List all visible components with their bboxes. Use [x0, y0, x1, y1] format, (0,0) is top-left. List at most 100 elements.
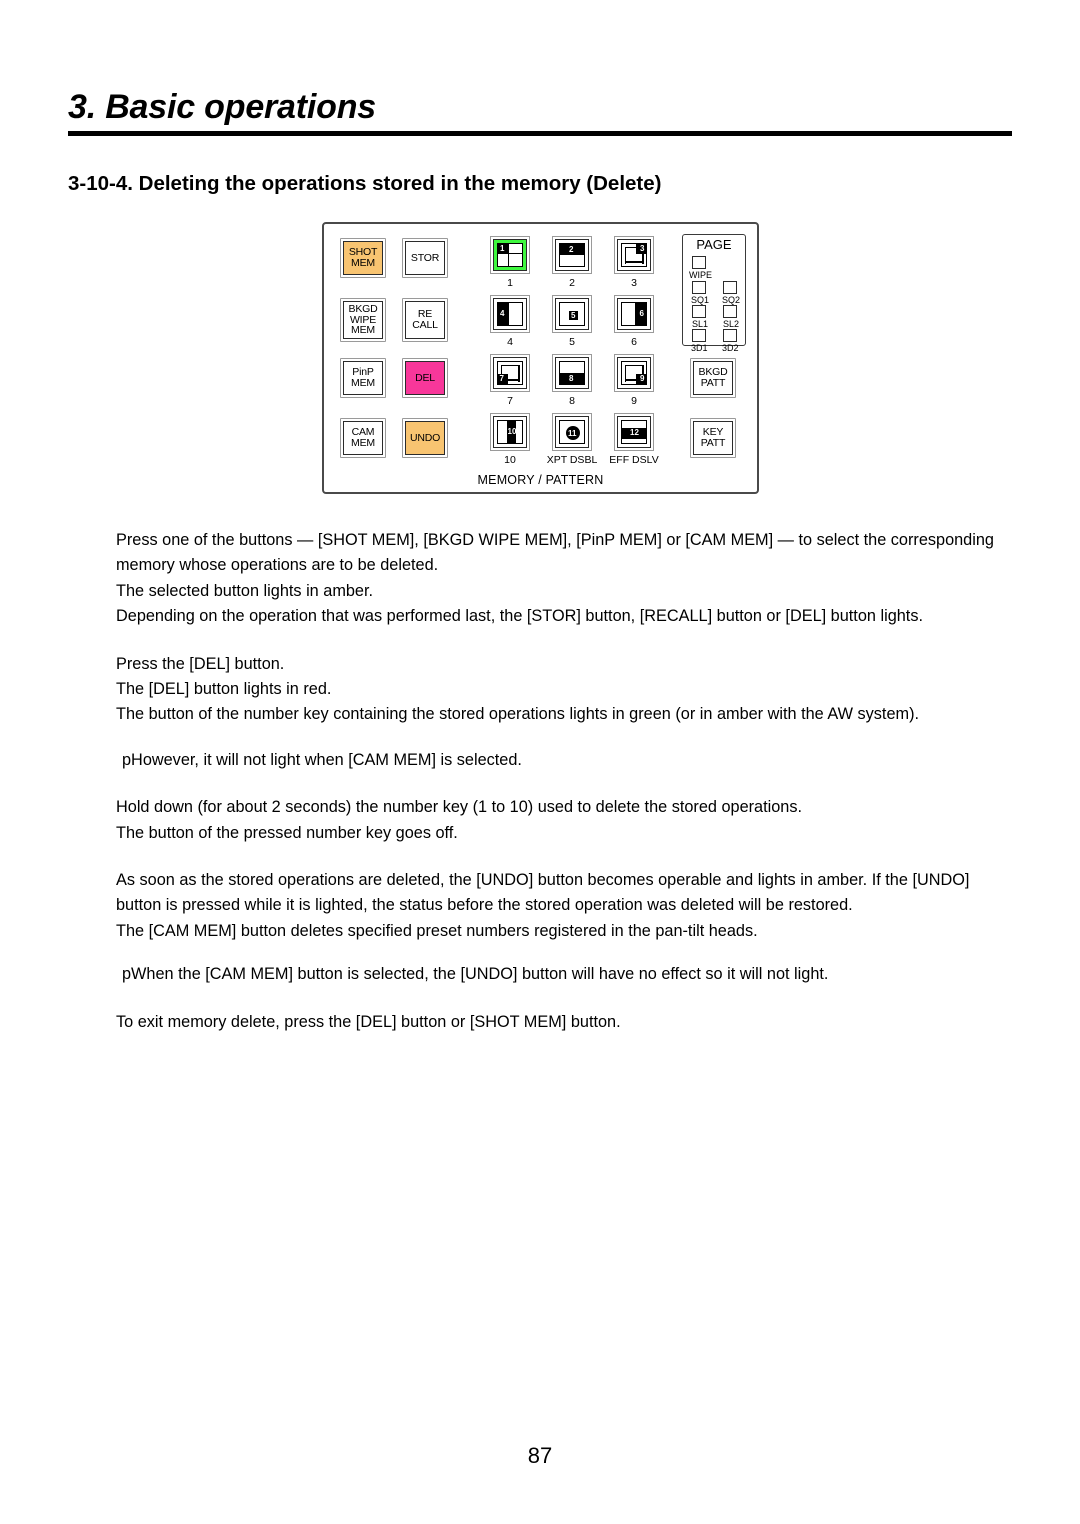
- number-key-6[interactable]: 6: [614, 295, 654, 333]
- undo-label: UNDO: [409, 431, 441, 444]
- number-key-4[interactable]: 4: [490, 295, 530, 333]
- pattern-number-2: 2: [569, 244, 574, 254]
- paragraph-4: Press the [DEL] button.: [116, 654, 285, 673]
- page-led-sq2[interactable]: [723, 281, 737, 294]
- shot-mem-label-line2: MEM: [351, 257, 375, 269]
- pinp-mem-button[interactable]: PinP MEM: [340, 358, 386, 398]
- pinp-mem-label-line2: MEM: [351, 377, 375, 389]
- page-group-title: PAGE: [696, 237, 732, 252]
- pattern-icon-3: 3: [621, 243, 647, 267]
- page-led-label-sl1: SL1: [692, 319, 709, 329]
- chapter-header: 3. Basic operations: [68, 90, 1012, 136]
- chapter-title: 3. Basic operations: [68, 88, 376, 126]
- chapter-rule: [68, 131, 1012, 136]
- number-key-5-caption: 5: [569, 336, 575, 348]
- del-label: DEL: [415, 371, 435, 384]
- pattern-number-10: 10: [507, 427, 517, 436]
- page-led-sq1[interactable]: [692, 281, 706, 294]
- cam-mem-button[interactable]: CAM MEM: [340, 418, 386, 458]
- shot-mem-button[interactable]: SHOT MEM: [340, 238, 386, 278]
- paragraph-2: The selected button lights in amber.: [116, 581, 374, 600]
- pattern-number-9: 9: [640, 374, 645, 383]
- page-led-label-3d2: 3D2: [722, 343, 739, 353]
- number-key-8-caption: 8: [569, 395, 575, 407]
- paragraph-5: The [DEL] button lights in red.: [116, 680, 332, 699]
- paragraph-9: The button of the pressed number key goe…: [116, 823, 458, 842]
- page-led-label-3d1: 3D1: [691, 343, 708, 353]
- key-patt-button[interactable]: KEY PATT: [690, 418, 736, 458]
- page-number: 87: [527, 1443, 553, 1468]
- page-led-label-sl2: SL2: [723, 319, 740, 329]
- pattern-icon-10: 10: [497, 420, 523, 444]
- pattern-number-4: 4: [500, 309, 505, 318]
- number-key-4-caption: 4: [507, 336, 513, 348]
- paragraph-13: To exit memory delete, press the [DEL] b…: [116, 1012, 621, 1031]
- section-heading: 3-10-4. Deleting the operations stored i…: [68, 172, 662, 195]
- page-led-label-sq1: SQ1: [691, 295, 710, 305]
- number-key-7[interactable]: 7: [490, 354, 530, 392]
- paragraph-11: The [CAM MEM] button deletes specified p…: [116, 921, 758, 940]
- pattern-icon-5: 5: [559, 302, 585, 326]
- paragraph-1: Press one of the buttons — [SHOT MEM], […: [116, 531, 994, 575]
- number-key-3-caption: 3: [631, 277, 637, 289]
- pattern-number-8: 8: [569, 373, 574, 383]
- recall-label-line2: CALL: [412, 319, 438, 331]
- paragraph-8: Hold down (for about 2 seconds) the numb…: [116, 798, 803, 817]
- number-key-5[interactable]: 5: [552, 295, 592, 333]
- number-key-1[interactable]: 1: [490, 236, 530, 274]
- pattern-icon-12: 12: [621, 420, 647, 444]
- number-key-1-caption: 1: [507, 277, 513, 289]
- number-key-11-caption: XPT DSBL: [546, 454, 598, 466]
- number-key-2[interactable]: 2: [552, 236, 592, 274]
- number-key-6-caption: 6: [631, 336, 637, 348]
- page-led-3d2[interactable]: [723, 329, 737, 342]
- page-led-label-sq2: SQ2: [722, 295, 741, 305]
- pattern-icon-6: 6: [621, 302, 647, 326]
- panel-caption: MEMORY / PATTERN: [477, 473, 604, 487]
- page-led-sl1[interactable]: [692, 305, 706, 318]
- stor-label: STOR: [410, 251, 440, 264]
- pattern-icon-7: 7: [497, 361, 523, 385]
- number-key-12-eff-dslv[interactable]: 12: [614, 413, 654, 451]
- bkgd-wipe-mem-button[interactable]: BKGD WIPE MEM: [340, 298, 386, 342]
- recall-button[interactable]: RE CALL: [402, 298, 448, 342]
- pattern-icon-9: 9: [621, 361, 647, 385]
- page-led-wipe[interactable]: [692, 256, 706, 269]
- pattern-number-1: 1: [500, 244, 505, 253]
- number-key-7-caption: 7: [507, 395, 513, 407]
- pattern-number-3: 3: [640, 244, 645, 253]
- paragraph-6: The button of the number key containing …: [116, 705, 920, 724]
- number-key-10[interactable]: 10: [490, 413, 530, 451]
- page-group: PAGE WIPE SQ1 SQ2 SL1 SL2 3D1 3D2: [682, 234, 746, 353]
- bkgd-wipe-mem-label-line3: MEM: [351, 324, 375, 337]
- undo-button[interactable]: UNDO: [402, 418, 448, 458]
- page-led-sl2[interactable]: [723, 305, 737, 318]
- stor-button[interactable]: STOR: [402, 238, 448, 278]
- del-button[interactable]: DEL: [402, 358, 448, 398]
- number-key-8[interactable]: 8: [552, 354, 592, 392]
- paragraph-12-note: pWhen the [CAM MEM] button is selected, …: [122, 965, 829, 984]
- pattern-icon-4: 4: [497, 302, 523, 326]
- pattern-icon-8: 8: [559, 361, 585, 385]
- number-key-9-caption: 9: [631, 395, 637, 407]
- pattern-number-6: 6: [639, 309, 644, 318]
- pattern-number-5: 5: [571, 311, 576, 320]
- bkgd-patt-label-line2: PATT: [700, 377, 726, 389]
- paragraph-10: As soon as the stored operations are del…: [116, 871, 970, 915]
- pattern-icon-1: 1: [497, 243, 523, 267]
- pattern-number-11: 11: [568, 428, 577, 438]
- number-key-10-caption: 10: [504, 454, 516, 466]
- page-led-3d1[interactable]: [692, 329, 706, 342]
- paragraph-3: Depending on the operation that was perf…: [116, 607, 923, 626]
- paragraph-7-note: pHowever, it will not light when [CAM ME…: [122, 750, 522, 769]
- pattern-number-12: 12: [630, 428, 639, 437]
- pattern-number-7: 7: [499, 374, 504, 383]
- number-key-9[interactable]: 9: [614, 354, 654, 392]
- number-key-11-xpt-dsbl[interactable]: 11: [552, 413, 592, 451]
- number-key-2-caption: 2: [569, 277, 575, 289]
- key-patt-label-line2: PATT: [700, 437, 726, 449]
- body-text: Press one of the buttons — [SHOT MEM], […: [116, 528, 1016, 1035]
- pattern-icon-2: 2: [559, 243, 585, 267]
- bkgd-patt-button[interactable]: BKGD PATT: [690, 358, 736, 398]
- number-key-3[interactable]: 3: [614, 236, 654, 274]
